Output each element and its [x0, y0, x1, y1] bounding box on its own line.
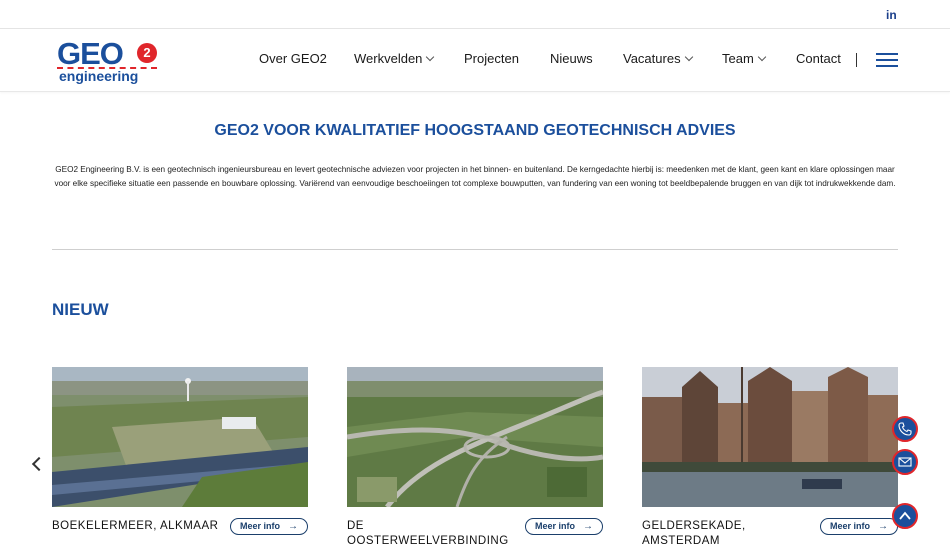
arrow-right-icon: → — [583, 521, 593, 532]
nav-separator — [856, 53, 857, 67]
news-card[interactable]: BOEKELERMEER, ALKMAAR Meer info → — [52, 367, 308, 535]
carousel-prev-icon[interactable] — [31, 456, 47, 472]
nav-nieuws[interactable]: Nieuws — [550, 51, 593, 66]
nav-vacatures[interactable]: Vacatures — [623, 51, 693, 66]
nav-label: Nieuws — [550, 51, 593, 66]
chevron-down-icon — [757, 52, 767, 62]
logo-sub: engineering — [59, 68, 139, 84]
news-card-image[interactable] — [642, 367, 898, 507]
button-label: Meer info — [240, 521, 281, 531]
email-button[interactable] — [892, 449, 918, 475]
nav-projecten[interactable]: Projecten — [464, 51, 519, 66]
button-label: Meer info — [535, 521, 576, 531]
news-card-title[interactable]: BOEKELERMEER, ALKMAAR — [52, 519, 227, 534]
nav-over-geo2[interactable]: Over GEO2 — [259, 51, 327, 66]
nav-team[interactable]: Team — [722, 51, 767, 66]
top-bar: in — [0, 0, 950, 29]
news-card-image[interactable] — [347, 367, 603, 507]
nav-label: Team — [722, 51, 754, 66]
nav-label: Vacatures — [623, 51, 681, 66]
chevron-down-icon — [426, 52, 435, 62]
site-header: GEO 2 engineering Over GEO2 Werkvelden P… — [0, 29, 950, 92]
meer-info-button[interactable]: Meer info → — [525, 518, 603, 535]
nav-contact[interactable]: Contact — [796, 51, 841, 66]
nav-werkvelden[interactable]: Werkvelden — [354, 51, 435, 66]
hamburger-menu-icon[interactable] — [876, 53, 898, 67]
divider — [52, 249, 898, 250]
nav-label: Over GEO2 — [259, 51, 327, 66]
logo[interactable]: GEO 2 engineering — [57, 36, 167, 85]
logo-badge: 2 — [137, 43, 157, 63]
nav-label: Werkvelden — [354, 51, 423, 66]
button-label: Meer info — [830, 521, 871, 531]
news-card-title[interactable]: DE OOSTERWEELVERBINDING — [347, 519, 522, 549]
news-card[interactable]: DE OOSTERWEELVERBINDING Meer info → — [347, 367, 603, 547]
linkedin-icon[interactable]: in — [886, 8, 897, 22]
meer-info-button[interactable]: Meer info → — [230, 518, 308, 535]
chevron-down-icon — [684, 52, 693, 62]
arrow-right-icon: → — [878, 521, 888, 532]
scroll-top-button[interactable] — [892, 503, 918, 529]
intro-text: GEO2 Engineering B.V. is een geotechnisc… — [54, 165, 896, 188]
news-card-title[interactable]: GELDERSEKADE, AMSTERDAM — [642, 519, 817, 549]
news-card[interactable]: GELDERSEKADE, AMSTERDAM Meer info → — [642, 367, 898, 547]
phone-icon — [898, 422, 912, 436]
meer-info-button[interactable]: Meer info → — [820, 518, 898, 535]
news-heading: NIEUW — [52, 300, 109, 319]
phone-button[interactable] — [892, 416, 918, 442]
arrow-right-icon: → — [288, 521, 298, 532]
page-title: GEO2 VOOR KWALITATIEF HOOGSTAAND GEOTECH… — [214, 122, 736, 139]
nav-label: Contact — [796, 51, 841, 66]
nav-label: Projecten — [464, 51, 519, 66]
chevron-up-icon — [899, 511, 911, 520]
mail-icon — [898, 457, 912, 467]
news-card-image[interactable] — [52, 367, 308, 507]
